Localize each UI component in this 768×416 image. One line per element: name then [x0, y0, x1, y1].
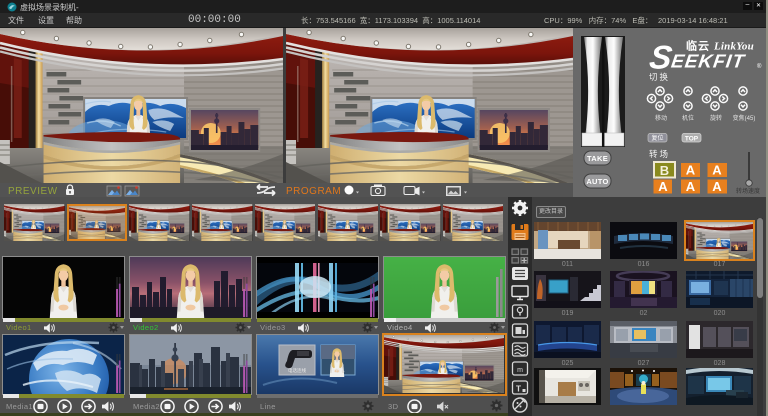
- svg-text:复位: 复位: [651, 134, 663, 142]
- svg-text:PROGRAM: PROGRAM: [286, 186, 341, 197]
- svg-text:A: A: [658, 179, 668, 194]
- svg-text:临云: 临云: [686, 39, 710, 53]
- svg-text:A: A: [686, 163, 696, 178]
- svg-text:转场: 转场: [649, 149, 670, 159]
- svg-text:变焦(45): 变焦(45): [733, 114, 756, 122]
- svg-text:主持人: 主持人: [331, 367, 345, 374]
- svg-text:切换: 切换: [649, 72, 670, 82]
- svg-text:®: ®: [757, 63, 762, 70]
- svg-text:转场速度: 转场速度: [736, 187, 760, 195]
- svg-text:m: m: [517, 367, 523, 374]
- svg-text:B: B: [660, 163, 669, 178]
- svg-text:机位: 机位: [682, 114, 694, 122]
- svg-text:旋转: 旋转: [710, 114, 722, 122]
- svg-text:TAKE: TAKE: [587, 154, 608, 163]
- svg-text:电话连线: 电话连线: [288, 367, 306, 374]
- svg-text:T: T: [516, 384, 522, 394]
- svg-text:移动: 移动: [655, 114, 667, 122]
- svg-text:A: A: [712, 179, 722, 194]
- svg-text:A: A: [712, 163, 722, 178]
- svg-text:EEKFIT: EEKFIT: [670, 52, 747, 73]
- svg-text:TOP: TOP: [685, 135, 699, 142]
- svg-text:A: A: [686, 179, 696, 194]
- svg-text:AUTO: AUTO: [586, 177, 608, 186]
- svg-text:PREVIEW: PREVIEW: [8, 186, 58, 197]
